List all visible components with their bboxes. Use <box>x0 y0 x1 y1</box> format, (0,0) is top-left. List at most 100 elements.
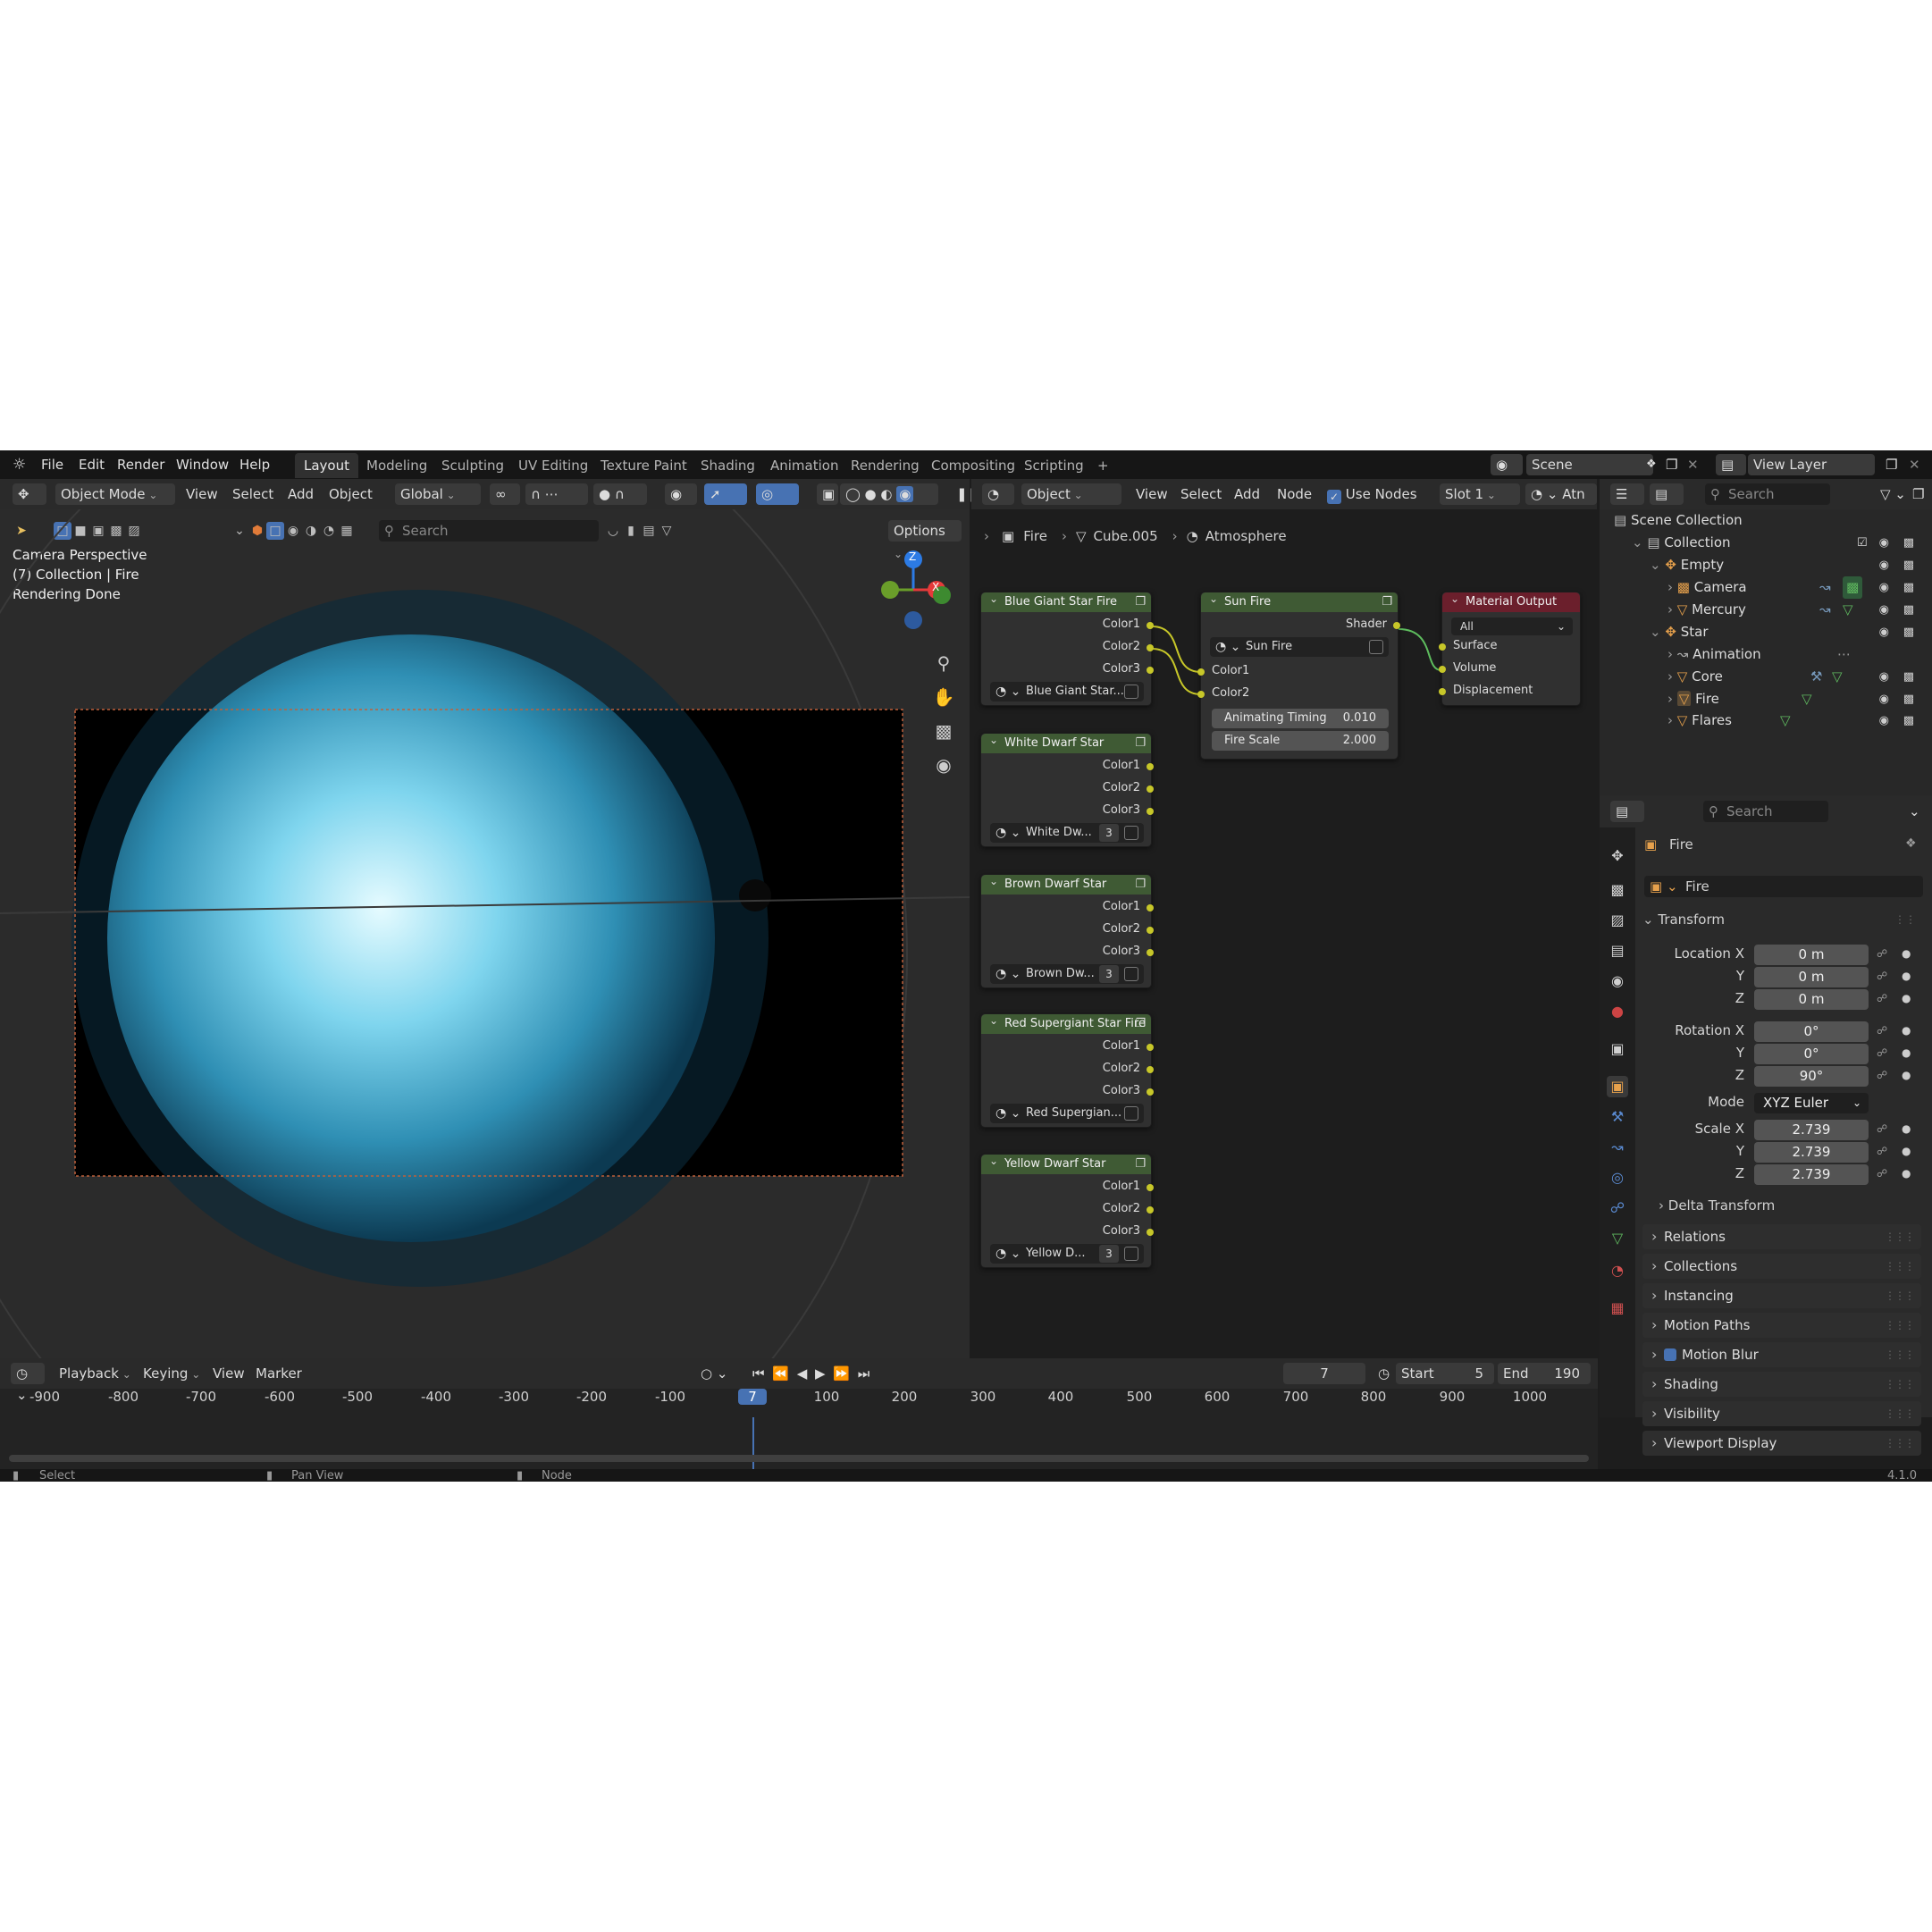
render-tab-icon[interactable]: ▩ <box>1607 879 1628 901</box>
keyframe-dot-icon[interactable]: ● <box>1902 947 1911 960</box>
collection-tab-icon[interactable]: ▣ <box>1607 1038 1628 1060</box>
rotation-mode-dropdown[interactable]: XYZ Euler ⌄ <box>1754 1093 1869 1113</box>
physics-tab-icon[interactable]: ◎ <box>1607 1167 1628 1189</box>
lock-icon[interactable]: ☍ <box>1877 1024 1887 1037</box>
section-viewport-display[interactable]: Viewport Display⋮⋮⋮ <box>1642 1431 1921 1456</box>
new-scene-icon[interactable]: ❐ <box>1660 454 1683 475</box>
delta-transform-subpanel[interactable]: › Delta Transform <box>1659 1197 1775 1214</box>
lock-icon[interactable]: ☍ <box>1877 1145 1887 1157</box>
rotation-z-field[interactable]: 90° <box>1754 1066 1869 1087</box>
display-mode-icon[interactable]: ▤ <box>1650 483 1684 505</box>
checkbox-icon[interactable] <box>1664 1348 1676 1361</box>
transform-panel-header[interactable]: ⌄ Transform ⋮⋮ <box>1642 908 1921 931</box>
remove-view-layer-icon[interactable]: ✕ <box>1903 454 1926 475</box>
new-collection-icon[interactable]: ❐ <box>1907 483 1929 505</box>
eye-icon[interactable]: ◉ <box>1879 554 1889 576</box>
camera-icon[interactable]: ▩ <box>1903 710 1914 732</box>
texture-tab-icon[interactable]: ▦ <box>1607 1298 1628 1319</box>
section-motion-paths[interactable]: Motion Paths⋮⋮⋮ <box>1642 1313 1921 1338</box>
section-visibility[interactable]: Visibility⋮⋮⋮ <box>1642 1401 1921 1426</box>
view-layer-tab-icon[interactable]: ▤ <box>1607 940 1628 962</box>
modifier-tab-icon[interactable]: ⚒ <box>1607 1106 1628 1128</box>
material-tab-icon[interactable]: ◔ <box>1607 1260 1628 1281</box>
mesh-data-icon: ▽ <box>1832 668 1843 685</box>
rotation-x-field[interactable]: 0° <box>1754 1021 1869 1042</box>
properties-search-input[interactable]: ⚲ Search <box>1703 801 1828 822</box>
location-z-field[interactable]: 0 m <box>1754 989 1869 1010</box>
outliner-collection[interactable]: ⌄ ▤ Collection ☑ ◉ ▩ <box>1632 532 1932 554</box>
keyframes-icon: ⋯ <box>1837 646 1851 662</box>
keyframe-dot-icon[interactable]: ● <box>1902 1069 1911 1081</box>
new-view-layer-icon[interactable]: ❐ <box>1880 454 1903 475</box>
properties-type-icon[interactable]: ▤ <box>1610 801 1644 822</box>
scale-z-field[interactable]: 2.739 <box>1754 1164 1869 1185</box>
section-motion-blur[interactable]: Motion Blur⋮⋮⋮ <box>1642 1342 1921 1367</box>
eye-icon[interactable]: ◉ <box>1879 599 1889 621</box>
eye-icon[interactable]: ◉ <box>1879 576 1889 599</box>
scale-x-field[interactable]: 2.739 <box>1754 1120 1869 1140</box>
timeline-scrollbar[interactable] <box>9 1455 1589 1462</box>
scene-tab-icon[interactable]: ◉ <box>1607 970 1628 992</box>
outliner-scene-collection[interactable]: ▤ Scene Collection <box>1614 509 1743 532</box>
eye-icon[interactable]: ◉ <box>1879 710 1889 732</box>
world-tab-icon[interactable]: ● <box>1607 1001 1628 1022</box>
keyframe-dot-icon[interactable]: ● <box>1902 992 1911 1004</box>
eye-icon[interactable]: ◉ <box>1879 621 1889 643</box>
keyframe-dot-icon[interactable]: ● <box>1902 1024 1911 1037</box>
constraints-tab-icon[interactable]: ☍ <box>1607 1197 1628 1219</box>
lock-icon[interactable]: ☍ <box>1877 1069 1887 1081</box>
remove-scene-icon[interactable]: ✕ <box>1682 454 1704 475</box>
scale-y-field[interactable]: 2.739 <box>1754 1142 1869 1163</box>
camera-icon[interactable]: ▩ <box>1903 621 1914 643</box>
outliner-header: ☰ ▤ ⚲ Search ▽ ⌄ ❐ <box>1600 479 1932 509</box>
section-instancing[interactable]: Instancing⋮⋮⋮ <box>1642 1283 1921 1308</box>
outliner-empty[interactable]: ⌄ ✥ Empty ◉ ▩ <box>1650 554 1932 576</box>
exclude-checkbox-icon[interactable]: ☑ <box>1857 532 1868 554</box>
tool-tab-icon[interactable]: ✥ <box>1607 845 1628 867</box>
view-layer-icon[interactable]: ▤ <box>1716 454 1746 475</box>
particles-tab-icon[interactable]: ↝ <box>1607 1137 1628 1158</box>
lock-icon[interactable]: ☍ <box>1877 1122 1887 1135</box>
view-layer-selector[interactable]: View Layer <box>1748 454 1875 475</box>
keyframe-dot-icon[interactable]: ● <box>1902 1167 1911 1180</box>
lock-icon[interactable]: ☍ <box>1877 970 1887 982</box>
data-tab-icon[interactable]: ▽ <box>1607 1228 1628 1249</box>
outliner-flares[interactable]: › ▽ Flares ▽ ◉ ▩ <box>1667 710 1932 732</box>
pin-icon[interactable]: ❖ <box>1641 454 1662 475</box>
outliner-search-input[interactable]: ⚲ Search <box>1705 483 1830 505</box>
rotation-y-field[interactable]: 0° <box>1754 1044 1869 1064</box>
outliner-core[interactable]: › ▽ Core ⚒ ▽ ◉ ▩ <box>1667 666 1932 688</box>
lock-icon[interactable]: ☍ <box>1877 1167 1887 1180</box>
filter-icon[interactable]: ▽ ⌄ <box>1875 483 1911 505</box>
keyframe-dot-icon[interactable]: ● <box>1902 1145 1911 1157</box>
camera-icon[interactable]: ▩ <box>1903 532 1914 554</box>
outliner-camera[interactable]: › ▩ Camera ↝ ▩ ◉ ▩ <box>1667 576 1932 599</box>
eye-icon[interactable]: ◉ <box>1879 532 1889 554</box>
location-y-field[interactable]: 0 m <box>1754 967 1869 987</box>
camera-icon[interactable]: ▩ <box>1903 666 1914 688</box>
section-collections[interactable]: Collections⋮⋮⋮ <box>1642 1254 1921 1279</box>
current-frame-marker[interactable]: 7 <box>738 1389 767 1405</box>
section-shading[interactable]: Shading⋮⋮⋮ <box>1642 1372 1921 1397</box>
camera-icon[interactable]: ▩ <box>1903 576 1914 599</box>
outliner-type-icon[interactable]: ☰ <box>1610 483 1644 505</box>
object-tab-icon[interactable]: ▣ <box>1607 1076 1628 1097</box>
outliner-star[interactable]: ⌄ ✥ Star ◉ ▩ <box>1650 621 1932 643</box>
chevron-down-icon[interactable]: ⌄ <box>1903 801 1926 822</box>
camera-icon[interactable]: ▩ <box>1903 599 1914 621</box>
keyframe-dot-icon[interactable]: ● <box>1902 1122 1911 1135</box>
lock-icon[interactable]: ☍ <box>1877 992 1887 1004</box>
location-x-field[interactable]: 0 m <box>1754 945 1869 965</box>
keyframe-dot-icon[interactable]: ● <box>1902 970 1911 982</box>
outliner-animation[interactable]: › ↝ Animation ⋯ <box>1667 643 1932 666</box>
section-relations[interactable]: Relations⋮⋮⋮ <box>1642 1224 1921 1249</box>
eye-icon[interactable]: ◉ <box>1879 666 1889 688</box>
camera-icon[interactable]: ▩ <box>1903 554 1914 576</box>
lock-icon[interactable]: ☍ <box>1877 1046 1887 1059</box>
outliner-mercury[interactable]: › ▽ Mercury ↝ ▽ ◉ ▩ <box>1667 599 1932 621</box>
output-tab-icon[interactable]: ▨ <box>1607 910 1628 931</box>
object-name-field[interactable]: ▣ ⌄ Fire <box>1644 876 1923 897</box>
lock-icon[interactable]: ☍ <box>1877 947 1887 960</box>
pin-icon[interactable]: ❖ <box>1905 836 1917 851</box>
keyframe-dot-icon[interactable]: ● <box>1902 1046 1911 1059</box>
